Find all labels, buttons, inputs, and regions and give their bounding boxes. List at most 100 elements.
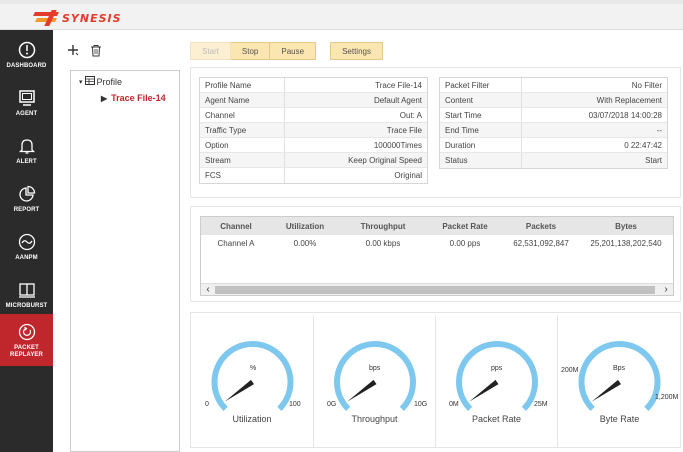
- horizontal-scrollbar[interactable]: ‹ ›: [201, 283, 673, 295]
- sidebar-item-report[interactable]: REPORT: [0, 176, 53, 222]
- info-value: 03/07/2018 14:00:28: [588, 110, 662, 120]
- table-cell: 25,201,138,202,540: [590, 238, 662, 248]
- info-value: 0 22:47:42: [624, 140, 662, 150]
- gauge-max: 100: [289, 401, 301, 408]
- info-key: End Time: [440, 123, 522, 137]
- info-key: Start Time: [440, 108, 522, 122]
- plus-icon[interactable]: [66, 43, 80, 59]
- sidebar-item-alert[interactable]: ALERT: [0, 128, 53, 174]
- column-header[interactable]: Throughput: [339, 222, 427, 231]
- column-header[interactable]: Channel: [201, 222, 271, 231]
- book-icon: [17, 280, 37, 300]
- info-row: Start Time 03/07/2018 14:00:28: [440, 108, 667, 123]
- top-bar: SYNESIS: [0, 0, 683, 30]
- info-key: Channel: [200, 108, 285, 122]
- sidebar-item-packet-replayer[interactable]: PACKET REPLAYER: [0, 314, 53, 366]
- info-key: Content: [440, 93, 522, 107]
- gauge-needle: [469, 379, 499, 402]
- sidebar-item-agent[interactable]: AGENT: [0, 80, 53, 126]
- info-value: Out: A: [399, 110, 422, 120]
- gauge-min: 0G: [327, 401, 337, 408]
- info-value: --: [656, 125, 662, 135]
- gauge-needle: [347, 379, 377, 402]
- top-stripe: [0, 0, 683, 4]
- tree-node-label: Profile: [96, 76, 123, 87]
- pause-button[interactable]: Pause: [270, 42, 317, 60]
- profile-info-table: Profile Name Trace File-14 Agent Name Defa…: [199, 77, 428, 184]
- info-value: Trace File-14: [375, 80, 422, 90]
- tree-node-trace-file[interactable]: ▶ Trace File-14: [101, 93, 166, 103]
- scroll-right-icon[interactable]: ›: [660, 283, 672, 295]
- status-info-table: Packet Filter No Filter Content With Repla…: [439, 77, 668, 169]
- gauge-unit: Bps: [613, 365, 626, 372]
- gauge-arc: [578, 341, 661, 411]
- table-header: Channel Utilization Throughput Packet Ra…: [201, 217, 673, 235]
- info-value: Default Agent: [373, 95, 422, 105]
- info-row: FCS Original: [200, 168, 427, 183]
- scroll-left-icon[interactable]: ‹: [202, 283, 214, 295]
- play-icon: ▶: [101, 93, 108, 103]
- column-header[interactable]: Bytes: [579, 222, 673, 231]
- sidebar-label: ALERT: [16, 159, 37, 165]
- trash-icon[interactable]: [90, 44, 102, 59]
- gauge-min: 0: [205, 401, 209, 408]
- gauge-needle: [591, 379, 622, 402]
- tree-toolbar: [58, 36, 182, 66]
- app-logo[interactable]: SYNESIS: [33, 8, 122, 28]
- sidebar-label: AGENT: [15, 111, 38, 117]
- sidebar-label: MICROBURST: [5, 303, 48, 309]
- wave-icon: [17, 232, 37, 252]
- pie-chart-icon: [17, 184, 37, 204]
- gauge-needle: [224, 379, 255, 402]
- info-key: FCS: [200, 168, 285, 183]
- sidebar-item-dashboard[interactable]: DASHBOARD: [0, 32, 53, 78]
- gauge-title: Throughput: [351, 414, 398, 424]
- scrollbar-thumb[interactable]: [215, 286, 655, 294]
- gauges-panel: % 0 100 Utilization bps 0G 10G Throughpu…: [190, 312, 681, 448]
- sidebar-label: DASHBOARD: [6, 63, 47, 69]
- profile-tree-panel: ▾ Profile ▶ Trace File-14: [58, 36, 182, 452]
- info-row: Agent Name Default Agent: [200, 93, 427, 108]
- table-cell: 0.00%: [293, 238, 317, 248]
- info-row: Profile Name Trace File-14: [200, 78, 427, 93]
- table-cell: 0.00 kbps: [365, 238, 401, 248]
- settings-button[interactable]: Settings: [330, 42, 383, 60]
- gauge-title: Utilization: [232, 414, 272, 424]
- gauge-unit: %: [250, 365, 257, 372]
- info-key: Stream: [200, 153, 285, 167]
- column-header[interactable]: Packets: [503, 222, 579, 231]
- gauge-max: 10G: [414, 401, 428, 408]
- sidebar-item-microburst[interactable]: MICROBURST: [0, 272, 53, 318]
- info-key: Agent Name: [200, 93, 285, 107]
- gauge-throughput: bps 0G 10G Throughput: [314, 315, 436, 447]
- info-value: No Filter: [631, 80, 662, 90]
- info-row: Channel Out: A: [200, 108, 427, 123]
- table-row[interactable]: Channel A 0.00% 0.00 kbps 0.00 pps 62,53…: [201, 235, 673, 251]
- gauge-unit: pps: [491, 365, 503, 372]
- caret-down-icon[interactable]: ▾: [79, 78, 83, 86]
- gauge-arc: [211, 341, 294, 411]
- info-value: Keep Original Speed: [348, 155, 422, 165]
- column-header[interactable]: Packet Rate: [427, 222, 503, 231]
- info-key: Traffic Type: [200, 123, 285, 137]
- gauge-utilization: % 0 100 Utilization: [191, 315, 314, 447]
- info-key: Profile Name: [200, 78, 285, 92]
- info-value: 100000Times: [373, 140, 422, 150]
- stop-button[interactable]: Stop: [230, 42, 271, 60]
- gauge-min: 200M: [561, 367, 579, 374]
- table-cell: 62,531,092,847: [513, 238, 569, 248]
- gauge-title: Packet Rate: [471, 414, 522, 424]
- profile-tree: ▾ Profile ▶ Trace File-14: [70, 70, 180, 452]
- start-button[interactable]: Start: [190, 42, 231, 60]
- info-row: Packet Filter No Filter: [440, 78, 667, 93]
- gauge-arc: [334, 341, 416, 411]
- info-row: End Time --: [440, 123, 667, 138]
- gauge-packet-rate: pps 0M 25M Packet Rate: [436, 315, 558, 447]
- gauge-byte-rate: Bps 200M 1,200M Byte Rate: [558, 315, 681, 447]
- sidebar-label: PACKET REPLAYER: [10, 344, 43, 358]
- column-header[interactable]: Utilization: [271, 222, 339, 231]
- monitor-icon: [17, 88, 37, 108]
- sidebar-item-aanpm[interactable]: AANPM: [0, 224, 53, 270]
- info-row: Stream Keep Original Speed: [200, 153, 427, 168]
- tree-node-profile[interactable]: ▾ Profile: [79, 76, 122, 87]
